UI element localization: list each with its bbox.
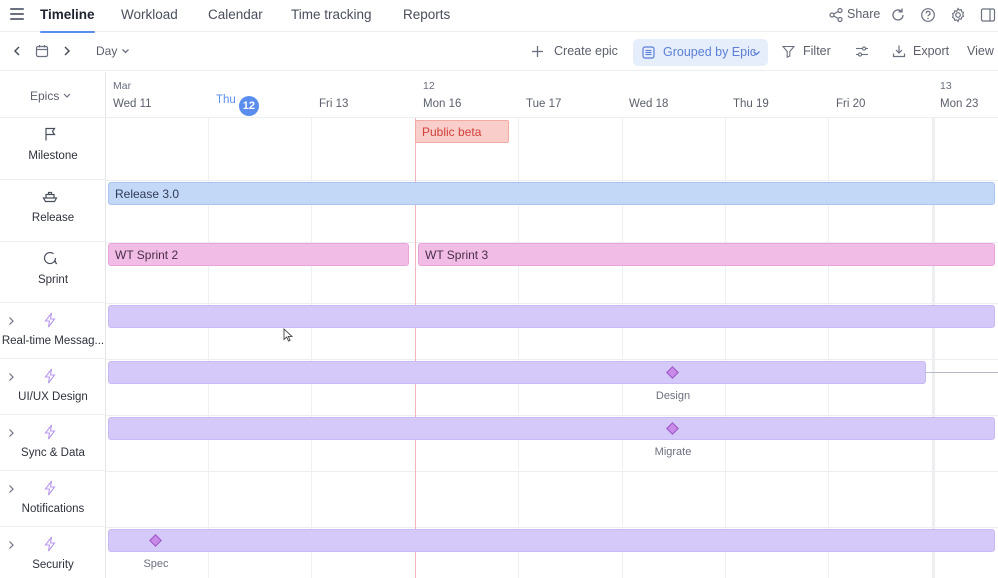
row-label: Real-time Messag... (1, 335, 105, 347)
row-label: Release (31, 212, 75, 224)
row-divider (106, 359, 998, 360)
row-header-epic[interactable]: UI/UX Design (0, 359, 106, 415)
chevron-down-icon (753, 51, 760, 56)
row-divider (106, 527, 998, 528)
row-label: Notifications (21, 503, 85, 515)
previous-chevron-icon[interactable] (12, 45, 22, 57)
timeline-grid: Mar 12 13 Wed 11 Thu 12 Fri 13 Mon 16 Tue… (106, 72, 998, 578)
milestone-label: Spec (143, 558, 169, 570)
tab-timeline[interactable]: Timeline (40, 7, 95, 33)
epic-bar[interactable] (108, 417, 995, 440)
settings-gear-icon[interactable] (950, 7, 966, 23)
mouse-cursor-icon (283, 328, 293, 342)
help-icon[interactable] (920, 7, 936, 23)
view-button[interactable]: View (967, 44, 994, 58)
epics-header-label: Epics (30, 89, 60, 103)
day-label-today: Thu 12 (216, 94, 259, 116)
tab-calendar[interactable]: Calendar (208, 7, 263, 22)
top-nav: Timeline Workload Calendar Time tracking… (0, 0, 998, 33)
sprint-bar[interactable]: WT Sprint 3 (418, 243, 995, 266)
chevron-down-icon (63, 93, 71, 98)
hamburger-menu-icon[interactable] (10, 8, 24, 20)
row-header-epic[interactable]: Security (0, 527, 106, 578)
epic-row-headers: Epics Milestone Release Sprint Real-time… (0, 72, 106, 578)
export-button[interactable]: Export (913, 44, 949, 58)
sprint-bar[interactable]: WT Sprint 2 (108, 243, 409, 266)
expand-chevron-icon[interactable] (6, 372, 16, 382)
lightning-icon (44, 480, 56, 496)
milestone-label: Design (655, 390, 691, 402)
day-label: Mon 16 (423, 98, 462, 110)
row-header-epic[interactable]: Real-time Messag... (0, 303, 106, 359)
row-label: UI/UX Design (18, 391, 88, 403)
day-label: Wed 11 (113, 98, 152, 110)
epic-bar[interactable] (108, 529, 995, 552)
create-epic-button[interactable]: Create epic (554, 44, 618, 58)
today-badge: 12 (238, 96, 259, 116)
row-header-epic[interactable]: Notifications (0, 471, 106, 527)
expand-chevron-icon[interactable] (6, 428, 16, 438)
epic-bar[interactable] (108, 305, 995, 328)
tab-time-tracking[interactable]: Time tracking (291, 7, 372, 22)
release-bar[interactable]: Release 3.0 (108, 182, 995, 205)
share-icon[interactable] (828, 7, 844, 23)
day-label: Tue 17 (526, 98, 562, 110)
date-header: Mar 12 13 Wed 11 Thu 12 Fri 13 Mon 16 Tue… (106, 72, 998, 118)
lightning-icon (44, 424, 56, 440)
week-label: 13 (940, 80, 952, 92)
tab-reports[interactable]: Reports (403, 7, 450, 22)
expand-chevron-icon[interactable] (6, 484, 16, 494)
group-by-button[interactable]: Grouped by Epic (633, 39, 768, 66)
row-header-sprint: Sprint (0, 242, 106, 303)
lightning-icon (44, 368, 56, 384)
flag-icon (45, 127, 56, 141)
ship-icon (42, 191, 58, 203)
dependency-line (925, 372, 998, 373)
row-label: Milestone (28, 150, 78, 162)
day-label: Thu 19 (733, 98, 769, 110)
timeline-toolbar: Day Create epic Grouped by Epic Filter E… (0, 33, 998, 71)
month-label: Mar (113, 80, 132, 92)
filter-button[interactable]: Filter (803, 44, 831, 58)
refresh-icon[interactable] (890, 7, 906, 23)
row-label: Sync & Data (21, 447, 85, 459)
sliders-icon[interactable] (855, 45, 869, 58)
next-chevron-icon[interactable] (62, 45, 72, 57)
row-label: Security (32, 559, 74, 571)
scale-select[interactable]: Day (96, 44, 117, 58)
row-header-epic[interactable]: Sync & Data (0, 415, 106, 471)
group-list-icon (642, 46, 655, 59)
day-label: Wed 18 (629, 98, 669, 110)
milestone-label: Migrate (654, 446, 692, 458)
epic-bar[interactable] (108, 361, 926, 384)
day-label: Mon 23 (940, 98, 979, 110)
group-by-label: Grouped by Epic (663, 45, 757, 59)
day-label: Fri 13 (319, 98, 349, 110)
filter-funnel-icon (782, 45, 795, 58)
row-header-release: Release (0, 180, 106, 242)
lightning-icon (44, 312, 56, 328)
row-header-milestone: Milestone (0, 118, 106, 180)
download-icon (892, 45, 906, 58)
chevron-down-icon (122, 49, 129, 54)
side-panel-icon[interactable] (980, 7, 996, 23)
expand-chevron-icon[interactable] (6, 316, 16, 326)
week-label: 12 (423, 80, 435, 92)
row-divider (106, 180, 998, 181)
row-divider (106, 471, 998, 472)
share-button[interactable]: Share (847, 7, 880, 21)
expand-chevron-icon[interactable] (6, 540, 16, 550)
epics-header[interactable]: Epics (0, 72, 106, 118)
row-label: Sprint (37, 274, 69, 286)
sprint-cycle-icon (43, 251, 58, 265)
milestone-bar-public-beta[interactable]: Public beta (415, 120, 509, 143)
tab-workload[interactable]: Workload (121, 7, 178, 22)
calendar-icon[interactable] (35, 44, 49, 58)
plus-icon (532, 46, 543, 57)
row-divider (106, 415, 998, 416)
lightning-icon (44, 536, 56, 552)
row-divider (106, 303, 998, 304)
day-label: Fri 20 (836, 98, 866, 110)
